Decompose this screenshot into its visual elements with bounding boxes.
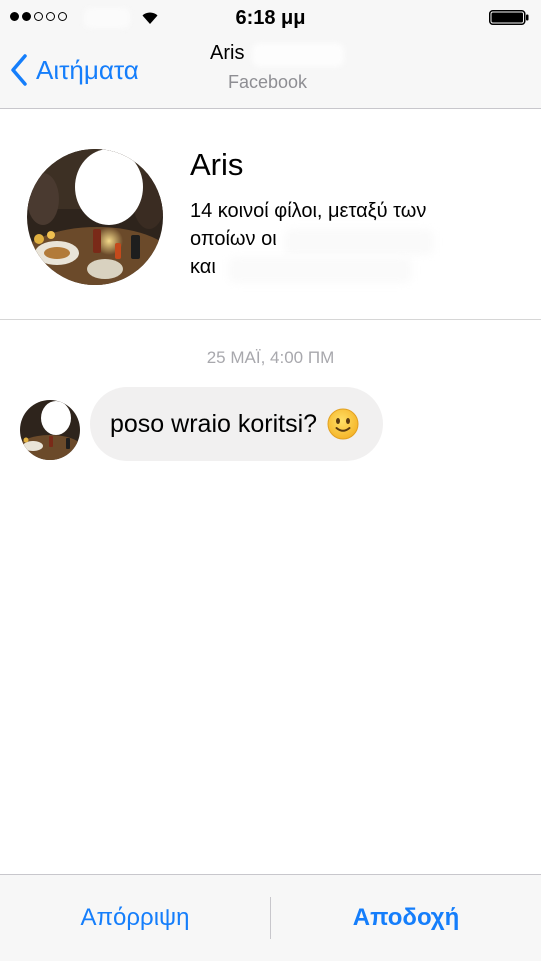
nav-title-redacted — [252, 43, 344, 67]
top-header: 6:18 μμ Αιτήματα Aris Facebook — [0, 0, 541, 109]
profile-name: Aris — [190, 147, 244, 182]
message-request-actions: Απόρριψη Αποδοχή — [0, 874, 541, 961]
redacted-names — [284, 229, 434, 255]
nav-subtitle: Facebook — [228, 72, 308, 92]
status-bar: 6:18 μμ — [0, 0, 541, 36]
back-button-label: Αιτήματα — [36, 54, 139, 85]
mutual-line-1: 14 κοινοί φίλοι, μεταξύ των — [190, 200, 427, 222]
battery-icon — [489, 10, 529, 25]
sender-avatar[interactable] — [20, 400, 80, 460]
profile-header: Aris 14 κοινοί φίλοι, μεταξύ των οποίων … — [0, 109, 541, 320]
nav-title: Aris — [210, 42, 245, 64]
message-bubble[interactable]: poso wraio koritsi? — [90, 387, 384, 461]
profile-avatar[interactable] — [27, 149, 163, 285]
decline-button[interactable]: Απόρριψη — [0, 875, 270, 961]
slightly-smiling-face-icon — [327, 408, 359, 440]
accept-button[interactable]: Αποδοχή — [271, 875, 541, 961]
status-time: 6:18 μμ — [235, 7, 306, 29]
chevron-left-icon — [11, 54, 27, 86]
message-text: poso wraio koritsi? — [110, 409, 318, 438]
message-timestamp: 25 ΜΑΪ, 4:00 ΠΜ — [206, 348, 335, 367]
redacted-names — [228, 257, 412, 283]
navigation-bar: Αιτήματα Aris Facebook — [0, 36, 541, 108]
back-button[interactable]: Αιτήματα — [10, 54, 139, 86]
